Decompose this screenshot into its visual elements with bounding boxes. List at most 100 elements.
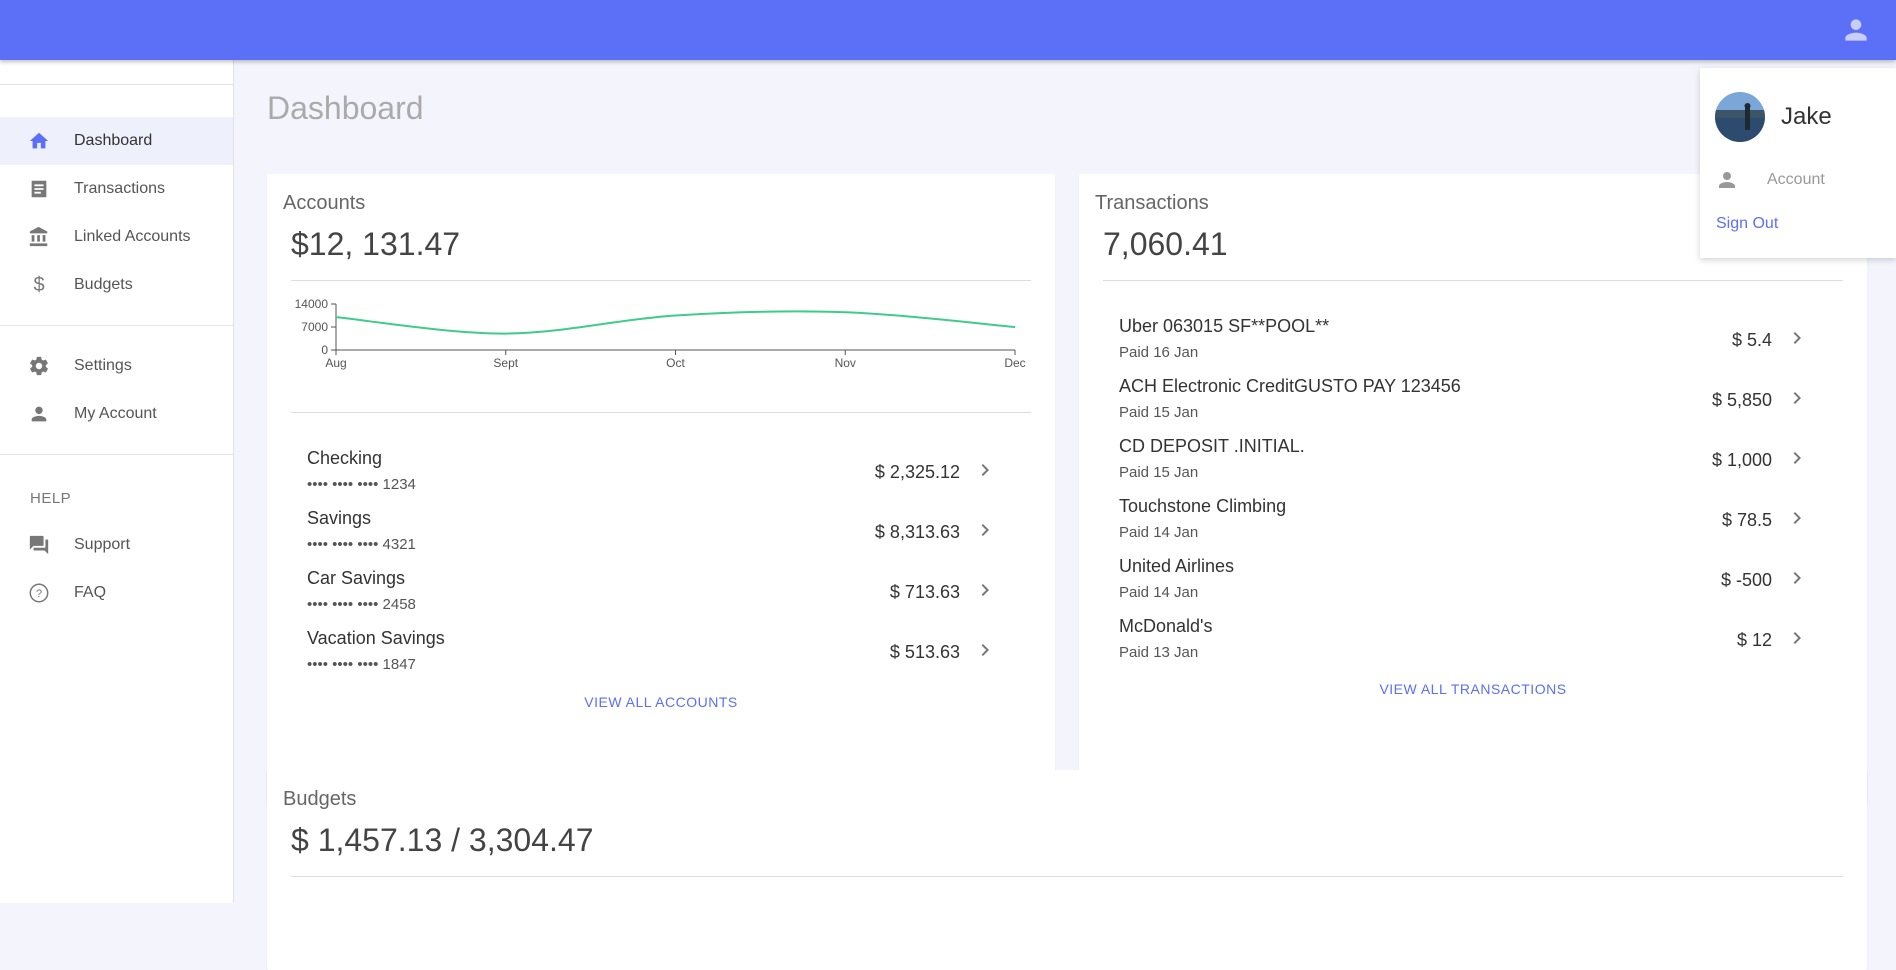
sidebar-item-label: Settings [74, 357, 132, 374]
app-header [0, 0, 1896, 60]
chevron-right-icon [1793, 632, 1801, 644]
x-tick-label: Sept [493, 356, 518, 370]
transaction-row[interactable]: Uber 063015 SF**POOL** Paid 16 Jan $ 5.4 [1119, 316, 1827, 376]
account-name: Car Savings [307, 568, 406, 588]
budgets-total: $ 1,457.13 / 3,304.47 [291, 822, 594, 858]
account-number: •••• •••• •••• 4321 [307, 536, 416, 553]
transaction-date: Paid 15 Jan [1119, 464, 1199, 481]
transaction-amount: $ 12 [1736, 630, 1772, 650]
account-name: Savings [307, 508, 372, 528]
transaction-name: Uber 063015 SF**POOL** [1119, 316, 1330, 336]
chevron-right-icon [981, 524, 989, 536]
transaction-row[interactable]: ACH Electronic CreditGUSTO PAY 123456 Pa… [1119, 376, 1827, 436]
divider [291, 412, 1031, 413]
svg-text:?: ? [36, 588, 42, 600]
user-menu-popup: Jake Account Sign Out [1700, 68, 1896, 258]
sidebar-item-budgets[interactable]: $ Budgets [0, 261, 233, 309]
transaction-amount: $ 5,850 [1711, 390, 1772, 410]
account-menu-label: Account [1767, 171, 1825, 188]
x-tick-label: Oct [666, 356, 685, 370]
transaction-date: Paid 14 Jan [1119, 584, 1199, 601]
y-tick-label: 7000 [301, 320, 328, 334]
transaction-date: Paid 13 Jan [1119, 644, 1199, 661]
avatar [1715, 92, 1765, 142]
sidebar-item-faq[interactable]: ? FAQ [0, 569, 233, 617]
account-menu-item[interactable]: Account [1715, 164, 1885, 196]
account-row[interactable]: Savings •••• •••• •••• 4321 $ 8,313.63 [307, 508, 1015, 568]
divider [1103, 280, 1843, 281]
help-circle-icon: ? [28, 582, 50, 604]
chart-series-line [335, 310, 1016, 335]
sidebar-item-linked-accounts[interactable]: Linked Accounts [0, 213, 233, 261]
divider [291, 280, 1031, 281]
sidebar-item-label: Linked Accounts [74, 228, 191, 245]
sidebar-item-support[interactable]: Support [0, 521, 233, 569]
chevron-right-icon [981, 584, 989, 596]
account-number: •••• •••• •••• 1847 [307, 656, 416, 673]
sidebar-item-label: FAQ [74, 584, 107, 601]
transaction-name: CD DEPOSIT .INITIAL. [1119, 436, 1305, 456]
transaction-date: Paid 16 Jan [1119, 344, 1199, 361]
view-all-accounts-button[interactable]: VIEW ALL ACCOUNTS [267, 694, 1055, 710]
account-amount: $ 513.63 [889, 642, 960, 662]
chevron-right-icon [1793, 332, 1801, 344]
view-all-transactions-button[interactable]: VIEW ALL TRANSACTIONS [1079, 681, 1867, 697]
divider [291, 876, 1843, 877]
x-tick-label: Nov [835, 356, 856, 370]
transaction-amount: $ 5.4 [1731, 330, 1772, 350]
sidebar-item-label: Transactions [74, 180, 165, 197]
transaction-amount: $ -500 [1720, 570, 1772, 590]
user-menu-button[interactable] [1840, 14, 1872, 46]
account-row[interactable]: Vacation Savings •••• •••• •••• 1847 $ 5… [307, 628, 1015, 688]
chevron-right-icon [981, 464, 989, 476]
account-name: Vacation Savings [307, 628, 445, 648]
transactions-total: 7,060.41 [1103, 226, 1228, 262]
account-row[interactable]: Car Savings •••• •••• •••• 2458 $ 713.63 [307, 568, 1015, 628]
sidebar-item-label: My Account [74, 405, 157, 422]
transaction-date: Paid 15 Jan [1119, 404, 1199, 421]
x-tick-label: Dec [1004, 356, 1025, 370]
account-number: •••• •••• •••• 1234 [307, 476, 416, 493]
person-icon [1719, 172, 1735, 188]
transaction-row[interactable]: United Airlines Paid 14 Jan $ -500 [1119, 556, 1827, 616]
sidebar-item-transactions[interactable]: Transactions [0, 165, 233, 213]
main-content: Dashboard Accounts $12, 131.47 Aug Sept Oc… [234, 60, 1896, 970]
sidebar: Dashboard Transactions Linked Accounts $… [0, 60, 234, 903]
chat-icon [28, 534, 50, 556]
accounts-card: Accounts $12, 131.47 Aug Sept Oct Nov Dec 0 70… [267, 174, 1055, 805]
transaction-row[interactable]: Touchstone Climbing Paid 14 Jan $ 78.5 [1119, 496, 1827, 556]
transactions-card: Transactions 7,060.41 Uber 063015 SF**PO… [1079, 174, 1867, 805]
accounts-title: Accounts [283, 192, 366, 214]
sidebar-item-dashboard[interactable]: Dashboard [0, 117, 233, 165]
accounts-chart: Aug Sept Oct Nov Dec 0 7000 14000 [295, 297, 1026, 370]
help-heading: HELP [30, 490, 72, 507]
sidebar-item-my-account[interactable]: My Account [0, 390, 233, 438]
account-amount: $ 8,313.63 [874, 522, 960, 542]
y-tick-label: 0 [321, 343, 328, 357]
y-tick-label: 14000 [295, 297, 329, 311]
transaction-name: United Airlines [1119, 556, 1235, 576]
user-name: Jake [1781, 103, 1832, 130]
transaction-row[interactable]: McDonald's Paid 13 Jan $ 12 [1119, 616, 1827, 676]
transaction-name: ACH Electronic CreditGUSTO PAY 123456 [1119, 376, 1461, 396]
sidebar-item-label: Dashboard [74, 132, 153, 149]
gear-icon [28, 355, 50, 377]
sidebar-item-settings[interactable]: Settings [0, 342, 233, 390]
account-number: •••• •••• •••• 2458 [307, 596, 416, 613]
list-icon [28, 178, 50, 200]
transaction-name: Touchstone Climbing [1119, 496, 1287, 516]
transaction-amount: $ 78.5 [1721, 510, 1772, 530]
chevron-right-icon [1793, 392, 1801, 404]
sign-out-link[interactable]: Sign Out [1716, 215, 1778, 233]
chevron-right-icon [981, 644, 989, 656]
account-name: Checking [307, 448, 383, 468]
budgets-card: Budgets $ 1,457.13 / 3,304.47 [267, 770, 1867, 970]
account-row[interactable]: Checking •••• •••• •••• 1234 $ 2,325.12 [307, 448, 1015, 508]
x-tick-label: Aug [325, 356, 346, 370]
budgets-title: Budgets [283, 788, 357, 810]
transaction-row[interactable]: CD DEPOSIT .INITIAL. Paid 15 Jan $ 1,000 [1119, 436, 1827, 496]
account-amount: $ 713.63 [889, 582, 960, 602]
transaction-name: McDonald's [1119, 616, 1213, 636]
chevron-right-icon [1793, 572, 1801, 584]
transactions-title: Transactions [1095, 192, 1209, 214]
